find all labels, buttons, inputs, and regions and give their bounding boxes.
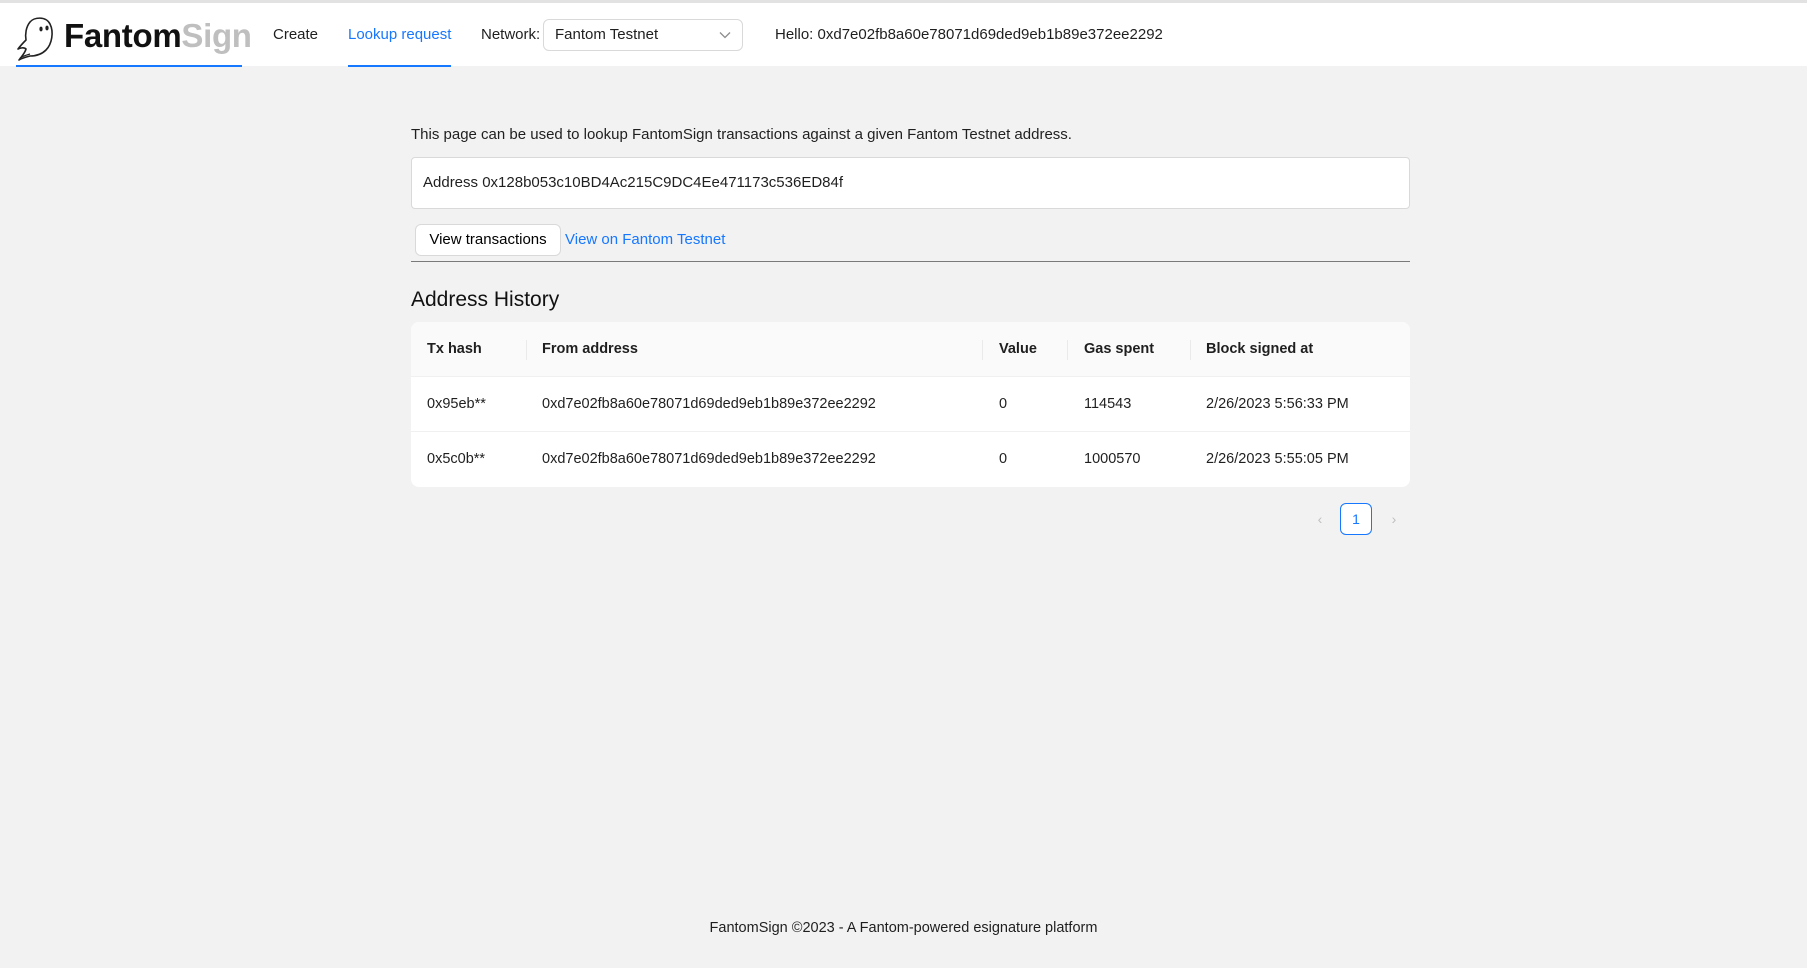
cell-block-signed-at: 2/26/2023 5:55:05 PM	[1206, 451, 1349, 467]
column-header-value[interactable]: Value	[999, 322, 1037, 377]
cell-tx-hash: 0x95eb**	[427, 396, 486, 412]
chevron-down-icon	[719, 32, 731, 39]
column-separator	[982, 340, 983, 360]
view-transactions-button[interactable]: View transactions	[415, 224, 561, 256]
cell-value: 0	[999, 451, 1008, 467]
cell-gas-spent: 114543	[1084, 396, 1132, 412]
network-label: Network:	[481, 26, 541, 43]
cell-gas-spent: 1000570	[1084, 451, 1141, 467]
brand-name: FantomSign	[64, 19, 252, 52]
brand-name-part1: Fantom	[64, 17, 182, 54]
network-select[interactable]: Fantom Testnet	[543, 19, 743, 51]
column-separator	[1190, 340, 1191, 360]
cell-block-signed-at: 2/26/2023 5:56:33 PM	[1206, 396, 1349, 412]
cell-tx-hash: 0x5c0b**	[427, 451, 486, 467]
column-header-gas-spent[interactable]: Gas spent	[1084, 322, 1154, 377]
table-row[interactable]: 0x5c0b** 0xd7e02fb8a60e78071d69ded9eb1b8…	[411, 432, 1410, 487]
address-input[interactable]: Address 0x128b053c10BD4Ac215C9DC4Ee47117…	[411, 157, 1410, 209]
intro-text: This page can be used to lookup FantomSi…	[411, 126, 1072, 143]
column-separator	[1067, 340, 1068, 360]
column-header-from-address[interactable]: From address	[542, 322, 638, 377]
cell-from-address: 0xd7e02fb8a60e78071d69ded9eb1b89e372ee22…	[542, 451, 876, 467]
brand-logo[interactable]: FantomSign	[16, 13, 252, 67]
cell-from-address: 0xd7e02fb8a60e78071d69ded9eb1b89e372ee22…	[542, 396, 876, 412]
table-row[interactable]: 0x95eb** 0xd7e02fb8a60e78071d69ded9eb1b8…	[411, 377, 1410, 432]
column-header-tx-hash[interactable]: Tx hash	[427, 322, 482, 377]
chevron-right-icon[interactable]: ›	[1378, 503, 1410, 535]
page-1-button[interactable]: 1	[1340, 503, 1372, 535]
nav-lookup-request[interactable]: Lookup request	[348, 3, 452, 67]
pagination: ‹ 1 ›	[1304, 503, 1414, 535]
address-history-table: Tx hash From address Value Gas spent Blo…	[411, 322, 1410, 487]
ghost-icon	[17, 17, 53, 61]
nav-create[interactable]: Create	[273, 3, 318, 66]
column-header-block-signed-at[interactable]: Block signed at	[1206, 322, 1313, 377]
user-greeting: Hello: 0xd7e02fb8a60e78071d69ded9eb1b89e…	[775, 26, 1163, 43]
network-select-value: Fantom Testnet	[555, 26, 659, 43]
divider	[411, 261, 1410, 262]
footer: FantomSign ©2023 - A Fantom-powered esig…	[709, 920, 1098, 936]
app-header: FantomSign Create Lookup request Network…	[0, 3, 1807, 67]
column-separator	[526, 340, 527, 360]
cell-value: 0	[999, 396, 1008, 412]
brand-name-part2: Sign	[181, 17, 252, 54]
section-title: Address History	[411, 288, 560, 311]
view-on-explorer-link[interactable]: View on Fantom Testnet	[565, 231, 725, 248]
table-header-row: Tx hash From address Value Gas spent Blo…	[411, 322, 1410, 377]
chevron-left-icon[interactable]: ‹	[1304, 503, 1336, 535]
